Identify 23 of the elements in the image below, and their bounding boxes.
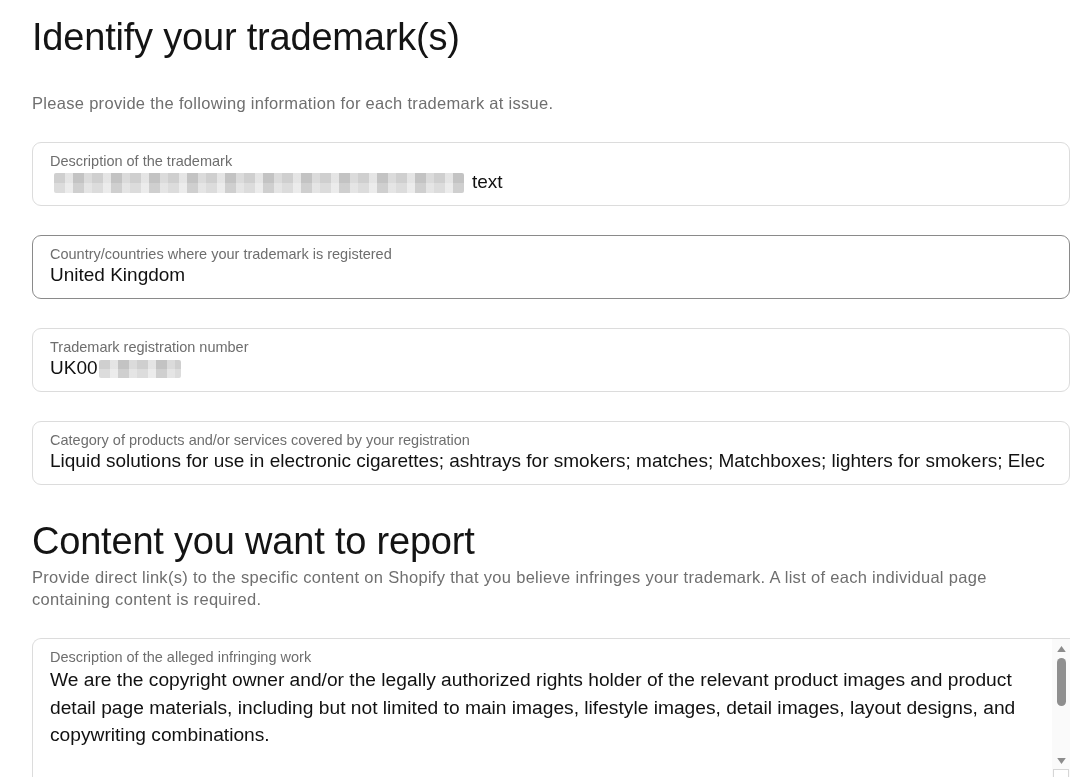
field-value: text — [472, 170, 503, 194]
field-value: We are the copyright owner and/or the legally authorized rights holder of the relevant product images and product detail page materials, including but not limited to main images, lifestyle images, detail images, layout designs, and copywriting combinations. — [50, 668, 1017, 747]
field-value: Liquid solutions for use in electronic cigarettes; ashtrays for smokers; matches; Matchboxes; lighters for smokers; Elec — [50, 449, 1045, 473]
field-label: Country/countries where your trademark is registered — [50, 245, 392, 263]
text-field[interactable]: Category of products and/or services covered by your registration Liquid solutions for use in electronic cigarettes; ashtrays for smokers; matches; Matchboxes; lighters for smokers; Elec — [32, 421, 1070, 485]
text-field[interactable]: Trademark registration number UK00 — [32, 328, 1070, 392]
field-label: Description of the alleged infringing work — [50, 648, 312, 666]
scroll-down-arrow-icon[interactable] — [1056, 758, 1066, 764]
field-value: United Kingdom — [50, 263, 186, 287]
section-description: Provide direct link(s) to the specific content on Shopify that you believe infringes your trademark. A list of each individual page containing content is required. — [32, 567, 988, 610]
field-value: UK00 — [50, 356, 98, 380]
scrollbar-thumb[interactable] — [1056, 658, 1066, 706]
section-heading: Identify your trademark(s) — [32, 15, 461, 60]
scroll-up-arrow-icon[interactable] — [1056, 646, 1066, 652]
text-field[interactable]: Description of the trademark text — [32, 142, 1070, 206]
text-area[interactable] — [32, 638, 1070, 777]
text-field[interactable]: Country/countries where your trademark is registered United Kingdom — [32, 235, 1070, 299]
field-label: Trademark registration number — [50, 338, 249, 356]
field-label: Description of the trademark — [50, 152, 233, 170]
scrollbar[interactable] — [1052, 639, 1070, 777]
section-description: Please provide the following information for each trademark at issue. — [32, 93, 555, 113]
field-label: Category of products and/or services covered by your registration — [50, 431, 470, 449]
section-heading: Content you want to report — [32, 519, 476, 564]
